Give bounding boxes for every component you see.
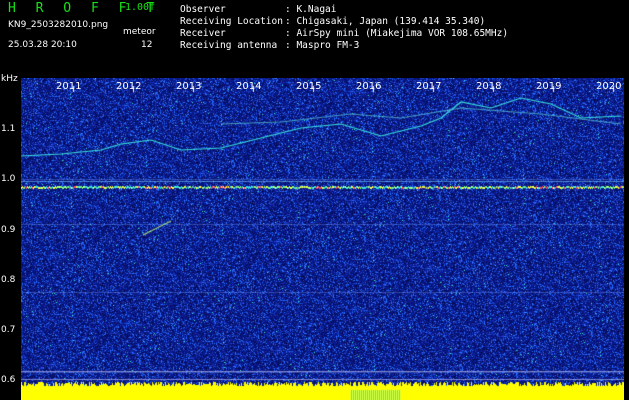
x-tick-2019: 2019 <box>536 81 562 92</box>
header-panel: H R O F F T 1.00f KN9_2503282010.png met… <box>0 0 629 78</box>
x-tick-2012: 2012 <box>116 81 142 92</box>
receiver-value: : AirSpy mini (Miakejima VOR 108.65MHz) <box>285 28 509 39</box>
y-tick-1-0: 1.0 <box>1 174 16 184</box>
y-tick-1-1: 1.1 <box>1 124 16 134</box>
antenna-label: Receiving antenna <box>180 40 278 51</box>
meteor-count: 12 <box>141 40 153 50</box>
y-tick-0-8: 0.8 <box>1 275 16 285</box>
app-version: 1.00f <box>125 2 156 13</box>
y-tick-0-7: 0.7 <box>1 325 16 335</box>
x-tick-2020: 2020 <box>596 81 622 92</box>
receiver-label: Receiver <box>180 28 226 39</box>
x-tick-2016: 2016 <box>356 81 382 92</box>
y-axis-unit: kHz <box>1 74 18 84</box>
x-tick-2017: 2017 <box>416 81 442 92</box>
x-tick-2018: 2018 <box>476 81 502 92</box>
waterfall-spectrogram[interactable] <box>21 78 624 400</box>
right-edge-strip <box>624 78 629 400</box>
file-name: KN9_2503282010.png <box>8 20 109 30</box>
observer-value: : K.Nagai <box>285 4 337 15</box>
antenna-value: : Maspro FM-3 <box>285 40 360 51</box>
meteor-label: meteor <box>123 27 156 37</box>
x-tick-2011: 2011 <box>56 81 82 92</box>
y-tick-0-6: 0.6 <box>1 375 16 385</box>
x-tick-2014: 2014 <box>236 81 262 92</box>
x-tick-2015: 2015 <box>296 81 322 92</box>
y-tick-0-9: 0.9 <box>1 225 16 235</box>
location-label: Receiving Location <box>180 16 283 27</box>
timestamp: 25.03.28 20:10 <box>8 40 77 50</box>
location-value: : Chigasaki, Japan (139.414 35.340) <box>285 16 486 27</box>
x-tick-2013: 2013 <box>176 81 202 92</box>
observer-label: Observer <box>180 4 226 15</box>
